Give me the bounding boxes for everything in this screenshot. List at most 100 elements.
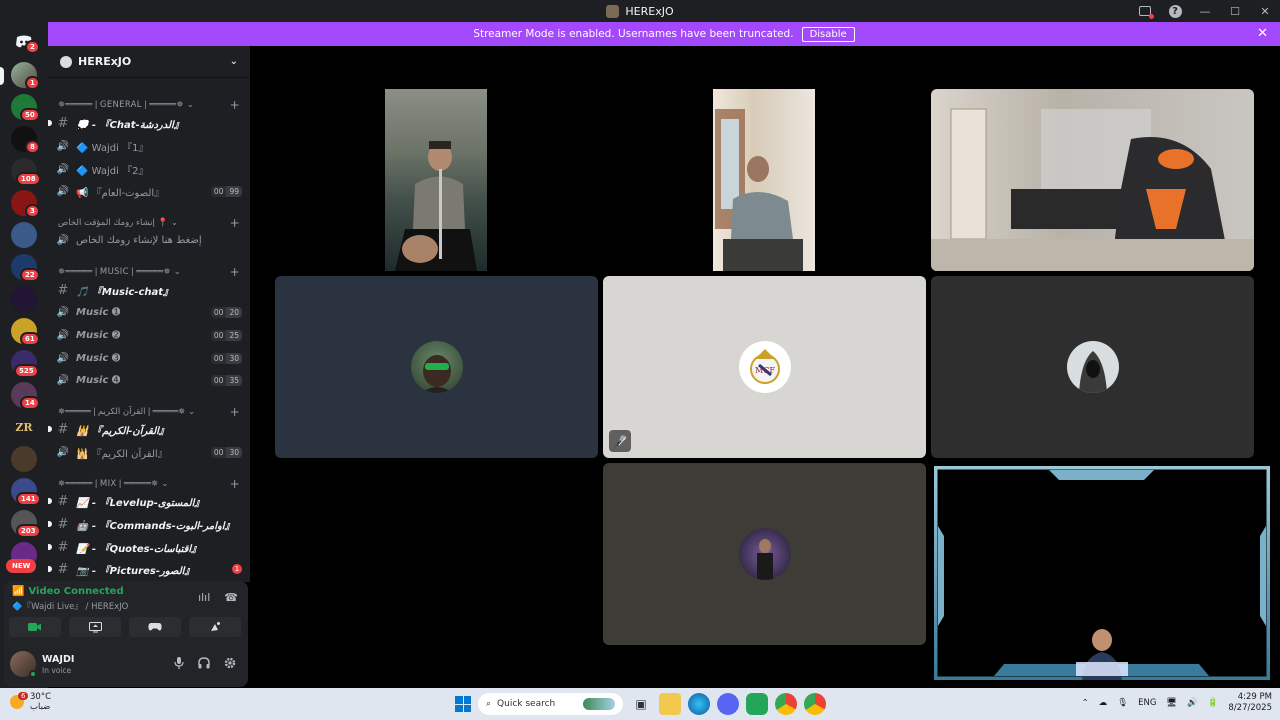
voice-status-text[interactable]: Video Connected	[28, 586, 123, 597]
video-tile-user-6[interactable]	[931, 276, 1254, 458]
inbox-icon[interactable]	[1130, 0, 1160, 22]
channel-name: 📢 『الصوت-العام』	[76, 187, 165, 199]
speaker-icon: 🔊	[56, 329, 70, 341]
video-tile-user-4[interactable]	[275, 276, 598, 458]
channel-general-voice[interactable]: 🔊 📢 『الصوت-العام』 00 99	[56, 181, 242, 201]
weather-widget[interactable]: 6 30°C ضباب	[10, 692, 51, 712]
chrome-icon[interactable]	[775, 693, 797, 715]
add-channel-icon[interactable]: +	[230, 98, 240, 112]
soundboard-button[interactable]	[189, 617, 241, 637]
channel-name: إضغط هنا لإنشاء رومك الخاص	[76, 234, 202, 246]
user-controls	[174, 657, 236, 669]
language-indicator[interactable]: ENG	[1138, 698, 1156, 708]
disable-streamer-mode-button[interactable]: Disable	[801, 26, 855, 42]
streamer-mode-banner: Streamer Mode is enabled. Usernames have…	[48, 22, 1280, 46]
video-tile-user-3[interactable]	[931, 89, 1254, 271]
discord-taskbar-icon[interactable]	[717, 693, 739, 715]
channel-quotes[interactable]: # 📝 - 『Quotes-اقتباسات』	[48, 537, 242, 557]
window-title: HERExJO	[625, 4, 674, 18]
windows-start-icon[interactable]	[455, 696, 471, 712]
channel-music-1[interactable]: 🔊 Music ➊ 00 20	[56, 302, 242, 322]
edge-icon[interactable]	[688, 693, 710, 715]
category-music[interactable]: ✵═════❘MUSIC❘═════✵ ⌄ +	[58, 265, 240, 279]
server-13[interactable]	[11, 446, 37, 472]
channel-music-2[interactable]: 🔊 Music ➋ 00 25	[56, 325, 242, 345]
channel-create-room[interactable]: 🔊 إضغط هنا لإنشاء رومك الخاص	[56, 230, 242, 250]
unread-indicator	[48, 120, 52, 126]
search-icon: ⌕	[486, 699, 492, 709]
server-8[interactable]	[11, 286, 37, 312]
task-view-icon[interactable]: ▣	[630, 693, 652, 715]
muted-icon: 🎤̸	[609, 430, 631, 452]
channel-levelup[interactable]: # 📈 - 『Levelup-المستوى』	[48, 491, 242, 511]
add-channel-icon[interactable]: +	[230, 477, 240, 491]
channel-quran-text[interactable]: # 🕌 『القرآن-الكريم』	[48, 419, 242, 439]
minimize-button[interactable]: —	[1190, 0, 1220, 22]
category-general[interactable]: ✵═════❘GENERAL❘═════✵ ⌄ +	[58, 98, 240, 112]
add-channel-icon[interactable]: +	[230, 216, 240, 230]
app-icon[interactable]	[746, 693, 768, 715]
channel-music-4[interactable]: 🔊 Music ➍ 00 35	[56, 370, 242, 390]
voice-connection-panel: 📶 Video Connected 🔷『Wajdi Live』 / HERExJ…	[4, 581, 248, 643]
screen-share-button[interactable]	[69, 617, 121, 637]
channel-commands[interactable]: # 🤖 - 『Commands-اوامر-البوت』	[48, 514, 242, 534]
video-tile-user-5[interactable]: MCF 🎤̸	[603, 276, 926, 458]
avatar	[410, 341, 463, 393]
channel-quran-voice[interactable]: 🔊 🕌 『القرآن الكريم』 00 30	[56, 442, 242, 462]
microphone-icon[interactable]	[174, 657, 184, 669]
guild-header[interactable]: HERExJO ⌄	[48, 46, 250, 78]
speaker-icon: 🔊	[56, 234, 70, 246]
channel-name: Music ➋	[76, 329, 121, 341]
channel-wajdi-2[interactable]: 🔊 🔷 Wajdi 『2』	[56, 159, 242, 179]
camera-button[interactable]	[9, 617, 61, 637]
channel-music-chat[interactable]: # 🎵 『Music-chat』	[56, 280, 242, 300]
taskbar-apps: ⌕ Quick search ▣	[455, 693, 826, 715]
channel-chat[interactable]: # 💭 - 『Chat-الدردشة』	[48, 113, 242, 133]
guild-icon	[60, 55, 72, 68]
user-limit: 00 20	[210, 306, 242, 318]
cloud-icon[interactable]: ☁	[1099, 698, 1108, 708]
server-badge: 3	[25, 204, 40, 218]
video-tile-user-1[interactable]	[385, 89, 487, 271]
close-window-button[interactable]: ✕	[1250, 0, 1280, 22]
settings-gear-icon[interactable]	[224, 657, 236, 669]
channel-pictures[interactable]: # 📷 - 『Pictures-الصور』 1	[48, 559, 242, 579]
channel-music-3[interactable]: 🔊 Music ➌ 00 30	[56, 348, 242, 368]
mention-badge: 1	[232, 564, 242, 574]
video-tile-user-2[interactable]	[713, 89, 815, 271]
chevron-up-icon[interactable]: ⌃	[1082, 698, 1089, 708]
help-button[interactable]: ?	[1160, 0, 1190, 22]
file-explorer-icon[interactable]	[659, 693, 681, 715]
maximize-button[interactable]: ☐	[1220, 0, 1250, 22]
server-badge: 1	[25, 76, 40, 90]
user-limit: 00 25	[210, 329, 242, 341]
add-channel-icon[interactable]: +	[230, 265, 240, 279]
chrome-profile-icon[interactable]	[804, 693, 826, 715]
streamer-overlay-frame[interactable]	[934, 466, 1270, 680]
activities-button[interactable]	[129, 617, 181, 637]
noise-suppression-icon[interactable]: ılıl	[198, 591, 210, 604]
video-tile-user-7[interactable]	[603, 463, 926, 645]
avatar	[1066, 341, 1119, 393]
close-banner-button[interactable]: ✕	[1257, 26, 1268, 41]
overlay-frame-border	[934, 466, 1270, 680]
voice-controls: ılıl ☎	[198, 591, 238, 604]
taskbar-search[interactable]: ⌕ Quick search	[478, 693, 623, 715]
category-mix[interactable]: ✵═════❘MIX❘═════✵ ⌄ +	[58, 477, 240, 491]
headphones-icon[interactable]	[198, 657, 210, 669]
server-zr[interactable]: ZR	[11, 414, 37, 440]
clock[interactable]: 4:29 PM 8/27/2025	[1228, 692, 1272, 714]
network-icon[interactable]: 🖥	[1166, 698, 1177, 708]
voice-location[interactable]: 🔷『Wajdi Live』 / HERExJO	[12, 600, 128, 612]
disconnect-icon[interactable]: ☎	[224, 591, 238, 604]
category-quran[interactable]: ✵═════❘القرآن الكريم❘═════✵ ⌄ +	[58, 405, 240, 419]
volume-icon[interactable]: 🔊	[1187, 698, 1198, 708]
text-channel-icon: #	[57, 561, 69, 577]
battery-icon[interactable]: 🔋	[1208, 698, 1219, 708]
channel-wajdi-1[interactable]: 🔊 🔷 Wajdi 『1』	[56, 136, 242, 156]
category-create-room[interactable]: إنشاء رومك المؤقت الخاص 📍 ⌄ +	[58, 216, 240, 230]
username[interactable]: WAJDI	[42, 654, 74, 665]
server-6[interactable]	[11, 222, 37, 248]
add-channel-icon[interactable]: +	[230, 405, 240, 419]
microphone-icon[interactable]: 🎙	[1117, 698, 1128, 708]
